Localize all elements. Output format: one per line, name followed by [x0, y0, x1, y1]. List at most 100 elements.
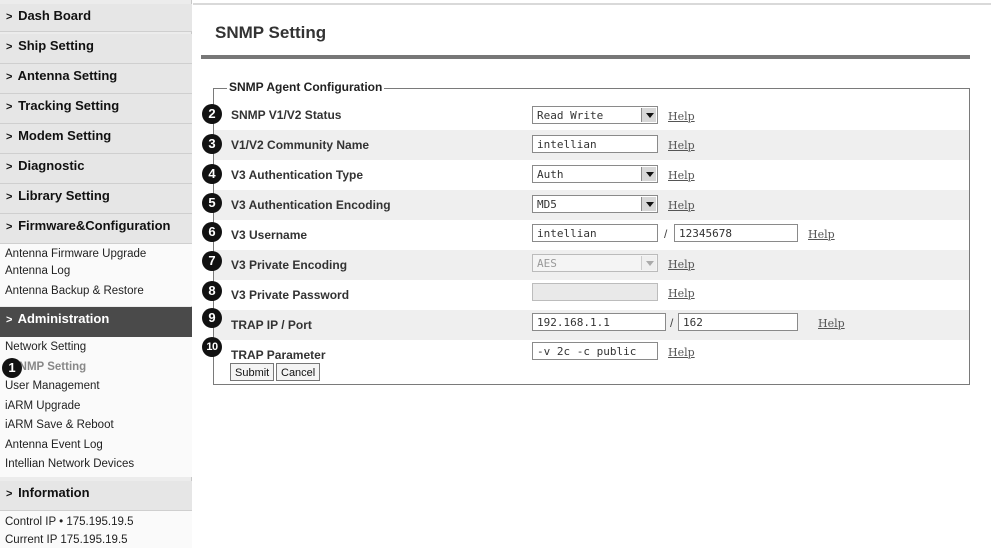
- chevron-right-icon: >: [6, 314, 13, 326]
- nav-diagnostic[interactable]: > Diagnostic: [0, 154, 192, 184]
- nav-information[interactable]: > Information: [0, 481, 192, 511]
- submit-button[interactable]: Submit: [230, 363, 275, 381]
- callout-badge-8: 8: [202, 281, 222, 301]
- callout-badge-3: 3: [202, 134, 222, 154]
- nav-label: Information: [18, 485, 90, 500]
- help-link-private-password[interactable]: Help: [668, 287, 695, 300]
- sub-user-management[interactable]: User Management: [5, 380, 100, 392]
- dropdown-arrow-icon: [641, 256, 656, 270]
- callout-badge-10: 10: [202, 337, 222, 357]
- dropdown-arrow-icon: [641, 197, 656, 211]
- current-ip-text: Current IP 175.195.19.5: [5, 534, 128, 546]
- sub-network-setting[interactable]: Network Setting: [5, 341, 86, 353]
- auth-type-label: V3 Authentication Type: [231, 168, 364, 182]
- private-password-label: V3 Private Password: [231, 288, 350, 302]
- sub-iarm-upgrade[interactable]: iARM Upgrade: [5, 400, 80, 412]
- administration-submenu: Network Setting SNMP Setting User Manage…: [0, 337, 192, 477]
- trap-ip-port-label: TRAP IP / Port: [231, 318, 312, 332]
- trap-parameter-input[interactable]: -v 2c -c public: [532, 342, 658, 360]
- help-link-trap-parameter[interactable]: Help: [668, 346, 695, 359]
- sub-antenna-event-log[interactable]: Antenna Event Log: [5, 439, 103, 451]
- private-encoding-select[interactable]: AES: [532, 254, 658, 272]
- page-title: SNMP Setting: [215, 23, 327, 42]
- private-password-input[interactable]: [532, 283, 658, 301]
- sub-intellian-network-devices[interactable]: Intellian Network Devices: [5, 458, 134, 470]
- help-link-auth-type[interactable]: Help: [668, 169, 695, 182]
- nav-label: Administration: [17, 311, 110, 326]
- fieldset-legend: SNMP Agent Configuration: [227, 80, 385, 94]
- select-value: Auth: [537, 168, 564, 181]
- select-value: Read Write: [537, 109, 604, 122]
- chevron-right-icon: >: [6, 11, 13, 23]
- cancel-button[interactable]: Cancel: [276, 363, 321, 381]
- callout-badge-1: 1: [2, 358, 22, 378]
- callout-badge-6: 6: [202, 222, 222, 242]
- nav-modem-setting[interactable]: > Modem Setting: [0, 124, 192, 154]
- trap-ip-input[interactable]: 192.168.1.1: [532, 313, 666, 331]
- sub-snmp-setting[interactable]: SNMP Setting: [11, 361, 86, 373]
- nav-label: Firmware&Configuration: [18, 218, 171, 233]
- nav-tracking-setting[interactable]: > Tracking Setting: [0, 94, 192, 124]
- chevron-right-icon: >: [6, 488, 13, 500]
- chevron-right-icon: >: [6, 101, 13, 113]
- help-link-trap-ip-port[interactable]: Help: [818, 317, 845, 330]
- select-value: MD5: [537, 198, 557, 211]
- help-link-private-encoding[interactable]: Help: [668, 258, 695, 271]
- dropdown-arrow-icon: [641, 167, 656, 181]
- auth-type-select[interactable]: Auth: [532, 165, 658, 183]
- top-divider: [193, 3, 991, 5]
- snmp-status-label: SNMP V1/V2 Status: [231, 108, 342, 122]
- sub-iarm-save-reboot[interactable]: iARM Save & Reboot: [5, 419, 114, 431]
- information-panel: Control IP • 175.195.19.5 Current IP 175…: [0, 511, 192, 548]
- nav-label: Ship Setting: [18, 38, 94, 53]
- nav-dashboard[interactable]: > Dash Board: [0, 4, 192, 32]
- nav-firmware-configuration[interactable]: > Firmware&Configuration: [0, 214, 192, 244]
- trap-parameter-label: TRAP Parameter: [231, 348, 326, 362]
- sub-antenna-backup-restore[interactable]: Antenna Backup & Restore: [5, 285, 144, 297]
- community-name-input[interactable]: intellian: [532, 135, 658, 153]
- username-label: V3 Username: [231, 228, 308, 242]
- sub-antenna-firmware-upgrade[interactable]: Antenna Firmware Upgrade: [5, 248, 146, 260]
- sub-antenna-log[interactable]: Antenna Log: [5, 265, 70, 277]
- nav-label: Diagnostic: [18, 158, 85, 173]
- help-link-username[interactable]: Help: [808, 228, 835, 241]
- auth-encoding-label: V3 Authentication Encoding: [231, 198, 391, 212]
- help-link-auth-encoding[interactable]: Help: [668, 199, 695, 212]
- nav-label: Tracking Setting: [18, 98, 120, 113]
- nav-label: Dash Board: [18, 8, 92, 23]
- sidebar: > Dash Board > Ship Setting > Antenna Se…: [0, 0, 192, 548]
- callout-badge-2: 2: [202, 104, 222, 124]
- chevron-right-icon: >: [6, 221, 13, 233]
- select-value: AES: [537, 257, 557, 270]
- snmp-status-select[interactable]: Read Write: [532, 106, 658, 124]
- chevron-right-icon: >: [6, 131, 13, 143]
- nav-ship-setting[interactable]: > Ship Setting: [0, 34, 192, 64]
- nav-administration[interactable]: > Administration: [0, 307, 192, 337]
- help-link-community-name[interactable]: Help: [668, 139, 695, 152]
- help-link-snmp-status[interactable]: Help: [668, 110, 695, 123]
- nav-label: Modem Setting: [18, 128, 112, 143]
- community-name-label: V1/V2 Community Name: [231, 138, 370, 152]
- nav-antenna-setting[interactable]: > Antenna Setting: [0, 64, 192, 94]
- nav-label: Antenna Setting: [17, 68, 118, 83]
- chevron-right-icon: >: [6, 191, 13, 203]
- nav-library-setting[interactable]: > Library Setting: [0, 184, 192, 214]
- firmware-submenu: Antenna Firmware Upgrade Antenna Log Ant…: [0, 244, 192, 306]
- password-input[interactable]: 12345678: [674, 224, 798, 242]
- dropdown-arrow-icon: [641, 108, 656, 122]
- slash-separator: /: [664, 227, 668, 241]
- chevron-right-icon: >: [6, 41, 13, 53]
- callout-badge-5: 5: [202, 193, 222, 213]
- private-encoding-label: V3 Private Encoding: [231, 258, 348, 272]
- callout-badge-7: 7: [202, 251, 222, 271]
- chevron-right-icon: >: [6, 161, 13, 173]
- control-ip-text: Control IP • 175.195.19.5: [5, 516, 134, 528]
- auth-encoding-select[interactable]: MD5: [532, 195, 658, 213]
- title-divider: [201, 55, 970, 59]
- trap-port-input[interactable]: 162: [678, 313, 798, 331]
- username-input[interactable]: intellian: [532, 224, 658, 242]
- callout-badge-4: 4: [202, 164, 222, 184]
- callout-badge-9: 9: [202, 308, 222, 328]
- slash-separator: /: [670, 316, 674, 330]
- chevron-right-icon: >: [6, 71, 13, 83]
